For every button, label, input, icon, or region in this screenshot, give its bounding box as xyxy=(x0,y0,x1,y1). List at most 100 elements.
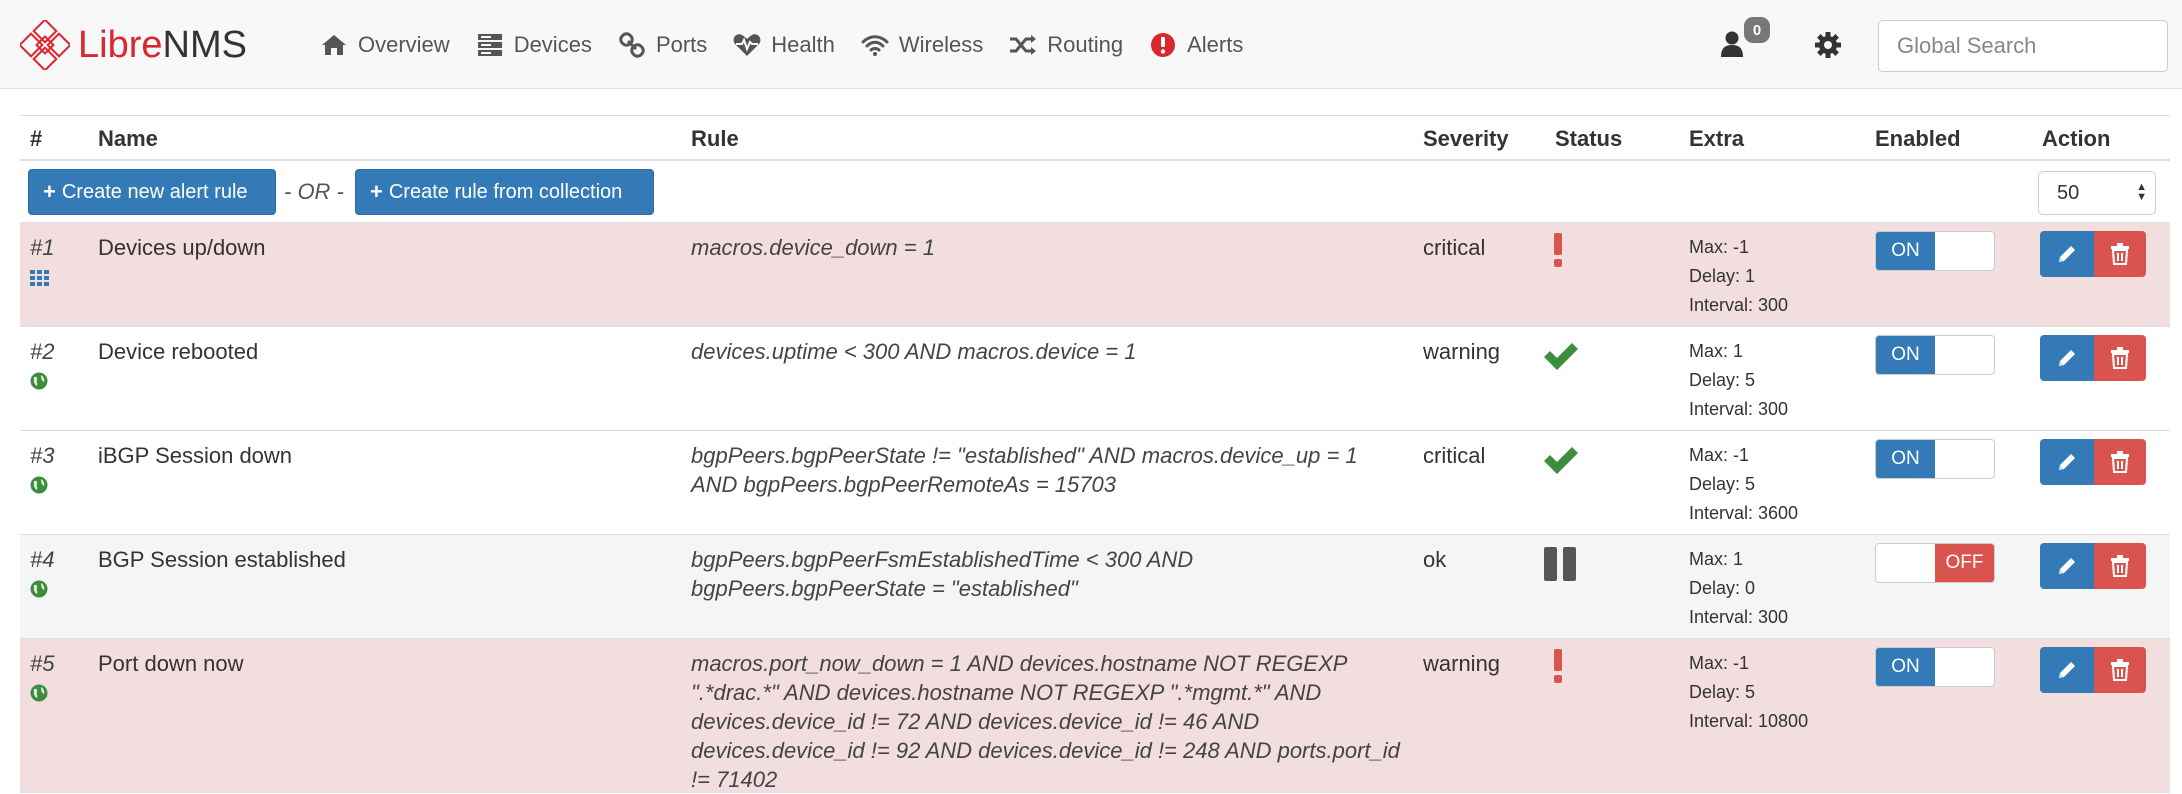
gear-icon[interactable] xyxy=(1814,31,1842,59)
enabled-toggle[interactable]: ON xyxy=(1875,439,1995,479)
heartbeat-icon xyxy=(733,31,761,59)
delete-rule-button[interactable] xyxy=(2094,543,2146,589)
rule-expression: macros.device_down = 1 xyxy=(691,235,935,260)
enabled-toggle[interactable]: ON xyxy=(1875,647,1995,687)
notification-badge[interactable]: 0 xyxy=(1744,17,1770,43)
table-row: #2 Device rebooted devices.uptime < 300 … xyxy=(20,327,2170,431)
extra-max: Max: -1 xyxy=(1689,237,1750,257)
col-header-action: Action xyxy=(2042,126,2111,151)
page-size-select[interactable]: 50 ▲ ▼ xyxy=(2038,171,2156,215)
rule-expression: bgpPeers.bgpPeerState != "established" A… xyxy=(691,443,1358,497)
rule-number: #5 xyxy=(30,651,55,676)
link-icon xyxy=(618,31,646,59)
random-icon xyxy=(1009,31,1037,59)
nav-ports[interactable]: Ports xyxy=(618,31,707,59)
extra-delay: Delay: 5 xyxy=(1689,370,1756,390)
rule-name: Devices up/down xyxy=(98,235,266,260)
nav-overview-label: Overview xyxy=(358,31,450,57)
brand-name: LibreNMS xyxy=(78,24,247,67)
brand-part-libre: Libre xyxy=(78,23,163,66)
nav-overview[interactable]: Overview xyxy=(320,31,450,59)
edit-rule-button[interactable] xyxy=(2040,439,2094,485)
table-row: #5 Port down now macros.port_now_down = … xyxy=(20,639,2170,793)
status-alert-icon xyxy=(1550,231,1566,276)
plus-icon: + xyxy=(43,179,56,204)
librenms-logo[interactable]: LibreNMS xyxy=(20,17,247,73)
create-rule-from-collection-button[interactable]: + Create rule from collection xyxy=(355,169,654,215)
extra-delay: Delay: 0 xyxy=(1689,578,1756,598)
trash-icon xyxy=(2111,555,2129,577)
table-row: #3 iBGP Session down bgpPeers.bgpPeerSta… xyxy=(20,431,2170,535)
trash-icon xyxy=(2111,659,2129,681)
global-search-input[interactable] xyxy=(1878,20,2168,72)
home-icon xyxy=(320,31,348,59)
rule-extra: Max: -1 Delay: 5 Interval: 10800 xyxy=(1689,649,1808,736)
edit-rule-button[interactable] xyxy=(2040,335,2094,381)
rule-name: iBGP Session down xyxy=(98,443,293,468)
rule-severity: critical xyxy=(1423,443,1486,468)
toggle-state: ON xyxy=(1876,232,1935,270)
extra-max: Max: 1 xyxy=(1689,549,1744,569)
toggle-state: OFF xyxy=(1935,544,1994,582)
col-header-number: # xyxy=(30,126,43,151)
rule-extra: Max: -1 Delay: 1 Interval: 300 xyxy=(1689,233,1788,320)
nav-routing-label: Routing xyxy=(1047,31,1124,57)
col-header-enabled: Enabled xyxy=(1875,126,1961,151)
globe-icon xyxy=(30,680,54,709)
brand-part-nms: NMS xyxy=(162,23,247,66)
rule-name: BGP Session established xyxy=(98,547,346,572)
rule-severity: critical xyxy=(1423,235,1486,260)
extra-max: Max: 1 xyxy=(1689,341,1744,361)
col-header-rule: Rule xyxy=(691,126,739,151)
toggle-state: ON xyxy=(1876,336,1935,374)
or-separator: - OR - xyxy=(284,179,344,204)
extra-interval: Interval: 300 xyxy=(1689,399,1789,419)
nav-routing[interactable]: Routing xyxy=(1009,31,1123,59)
rule-extra: Max: 1 Delay: 0 Interval: 300 xyxy=(1689,545,1788,632)
rule-number-cell: #3 xyxy=(30,441,54,501)
nav-alerts-label: Alerts xyxy=(1187,31,1244,57)
nav-ports-label: Ports xyxy=(655,31,708,57)
delete-rule-button[interactable] xyxy=(2094,335,2146,381)
extra-interval: Interval: 300 xyxy=(1689,607,1789,627)
rule-number-cell: #4 xyxy=(30,545,54,605)
status-ok-check-icon xyxy=(1542,445,1580,482)
extra-max: Max: -1 xyxy=(1689,653,1750,673)
col-header-status: Status xyxy=(1555,126,1623,151)
extra-delay: Delay: 1 xyxy=(1689,266,1756,286)
grid-icon xyxy=(30,264,54,293)
edit-rule-button[interactable] xyxy=(2040,231,2094,277)
rule-name: Device rebooted xyxy=(98,339,259,364)
pencil-icon xyxy=(2059,558,2075,574)
table-row: #4 BGP Session established bgpPeers.bgpP… xyxy=(20,535,2170,639)
table-header: # Name Rule Severity Status Extra Enable… xyxy=(20,115,2170,161)
rule-extra: Max: -1 Delay: 5 Interval: 3600 xyxy=(1689,441,1798,528)
rule-number-cell: #1 xyxy=(30,233,54,293)
logo-mark-icon xyxy=(20,20,70,70)
main-nav: Overview Devices Ports Health Wireless R… xyxy=(320,0,1269,89)
create-alert-rule-button[interactable]: + Create new alert rule xyxy=(28,169,276,215)
status-paused-icon xyxy=(1542,545,1580,590)
enabled-toggle[interactable]: ON xyxy=(1875,231,1995,271)
rule-name: Port down now xyxy=(98,651,244,676)
nav-devices-label: Devices xyxy=(513,31,592,57)
rule-number-cell: #5 xyxy=(30,649,54,709)
rule-severity: warning xyxy=(1423,651,1501,676)
delete-rule-button[interactable] xyxy=(2094,439,2146,485)
nav-devices[interactable]: Devices xyxy=(476,31,592,59)
delete-rule-button[interactable] xyxy=(2094,647,2146,693)
nav-alerts[interactable]: Alerts xyxy=(1149,31,1243,59)
plus-icon: + xyxy=(370,179,383,204)
enabled-toggle[interactable]: ON xyxy=(1875,335,1995,375)
enabled-toggle[interactable]: OFF xyxy=(1875,543,1995,583)
nav-wireless[interactable]: Wireless xyxy=(861,31,983,59)
nav-health[interactable]: Health xyxy=(733,31,835,59)
select-arrows-icon: ▲ ▼ xyxy=(2136,181,2147,203)
pencil-icon xyxy=(2059,246,2075,262)
delete-rule-button[interactable] xyxy=(2094,231,2146,277)
table-row: #1 Devices up/down macros.device_down = … xyxy=(20,223,2170,327)
top-navbar: LibreNMS Overview Devices Ports Health W… xyxy=(0,0,2182,89)
edit-rule-button[interactable] xyxy=(2040,543,2094,589)
extra-delay: Delay: 5 xyxy=(1689,474,1756,494)
edit-rule-button[interactable] xyxy=(2040,647,2094,693)
